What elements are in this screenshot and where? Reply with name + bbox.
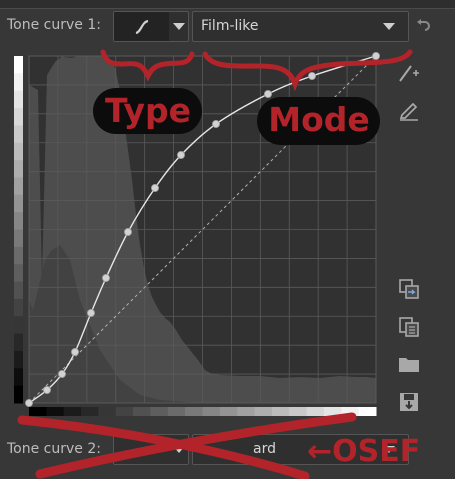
osef-annotation-label: ←OSEF [307,434,420,469]
type-brace [100,49,195,82]
type-annotation-label: Type [105,91,191,130]
mode-annotation-label: Mode [268,100,370,139]
mode-brace [202,49,413,92]
annotation-overlay: Type Mode ←OSEF [17,49,420,479]
